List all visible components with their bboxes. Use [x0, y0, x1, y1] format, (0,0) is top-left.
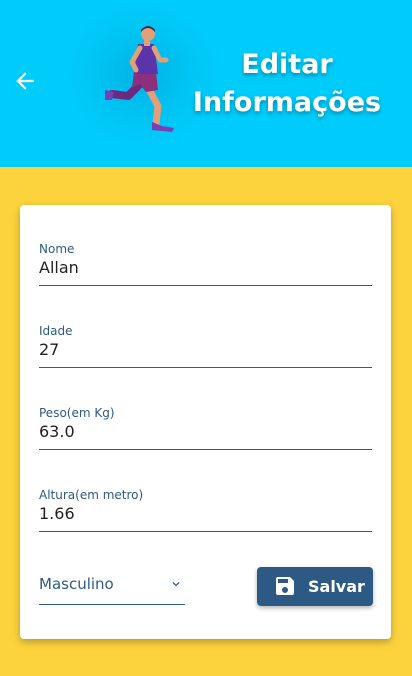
weight-field[interactable]: Peso(em Kg) 63.0 [39, 405, 372, 450]
save-button-label: Salvar [308, 577, 365, 596]
height-field[interactable]: Altura(em metro) 1.66 [39, 487, 372, 532]
floppy-disk-icon [276, 577, 294, 595]
arrow-left-icon [16, 72, 34, 90]
app-header: Editar Informações [0, 0, 412, 167]
weight-label: Peso(em Kg) [39, 406, 115, 420]
chevron-down-icon [172, 582, 180, 587]
page-title-line-2: Informações [192, 87, 382, 118]
page-title-line-1: Editar [241, 49, 333, 80]
runner-illustration [105, 26, 174, 132]
form-card: Nome Allan Idade 27 Peso(em Kg) 63.0 Alt… [20, 205, 391, 639]
age-label: Idade [39, 324, 73, 338]
height-input[interactable]: 1.66 [39, 503, 372, 532]
save-button[interactable]: Salvar [257, 567, 373, 606]
age-field[interactable]: Idade 27 [39, 323, 372, 368]
name-input[interactable]: Allan [39, 257, 372, 286]
page-title: Editar Informações [192, 46, 382, 122]
weight-input[interactable]: 63.0 [39, 421, 372, 450]
sex-select-value: Masculino [39, 575, 114, 593]
sex-select[interactable]: Masculino [39, 571, 185, 605]
name-label: Nome [39, 242, 75, 256]
height-label: Altura(em metro) [39, 488, 144, 502]
age-input[interactable]: 27 [39, 339, 372, 368]
name-field[interactable]: Nome Allan [39, 241, 372, 286]
back-button[interactable] [8, 64, 42, 98]
